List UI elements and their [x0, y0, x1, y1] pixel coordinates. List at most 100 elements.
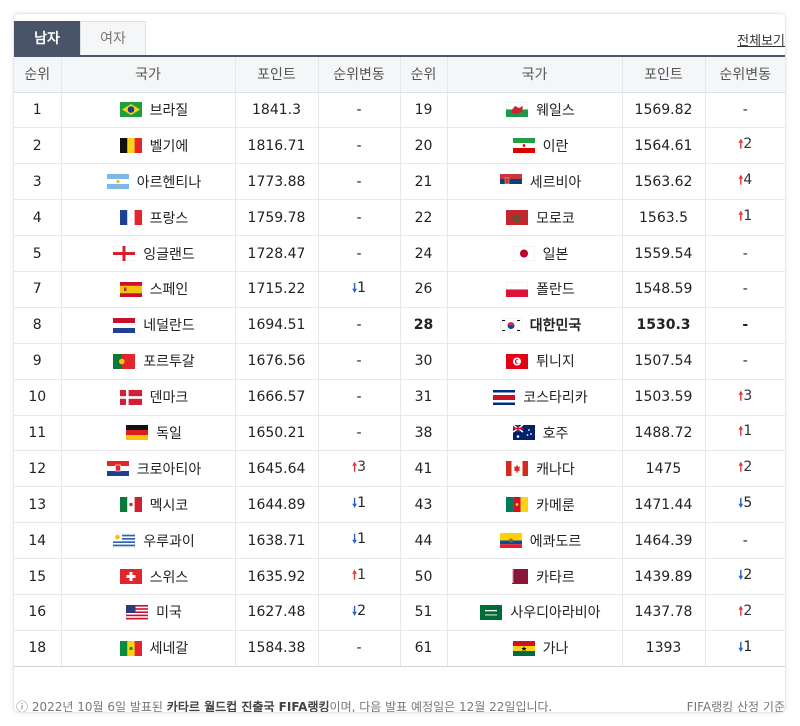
header-change-left: 순위변동 — [318, 57, 401, 93]
tab-women[interactable]: 여자 — [80, 21, 146, 55]
country-cell[interactable]: 브라질 — [61, 92, 236, 129]
rank-number: 19 — [400, 92, 448, 129]
country-cell[interactable]: 독일 — [61, 415, 236, 452]
country-cell[interactable]: 카타르 — [447, 558, 623, 595]
country-cell[interactable]: 호주 — [447, 415, 623, 452]
australia-flag-icon — [512, 425, 535, 441]
spain-flag-icon — [119, 281, 142, 297]
points: 1728.47 — [235, 235, 319, 272]
rank-change: 🠗1 — [705, 630, 785, 667]
ranking-note: ⓘ 2022년 10월 6일 발표된 카타르 월드컵 진출국 FIFA랭킹이며,… — [16, 700, 553, 712]
tab-men[interactable]: 남자 — [14, 21, 80, 55]
rank-change: - — [705, 343, 785, 380]
country-name: 호주 — [542, 425, 569, 442]
rank-change: 🠕1 — [705, 415, 785, 452]
points: 1475 — [622, 450, 706, 488]
country-name: 튀니지 — [536, 354, 575, 371]
rank-number: 50 — [400, 558, 448, 595]
country-cell[interactable]: 모로코 — [447, 199, 623, 237]
qatar-flag-icon — [506, 569, 529, 585]
country-cell[interactable]: 덴마크 — [61, 379, 236, 416]
country-name: 가나 — [542, 641, 569, 658]
country-cell[interactable]: 코스타리카 — [447, 379, 623, 416]
country-cell[interactable]: 세르비아 — [447, 163, 623, 201]
header-change-right: 순위변동 — [705, 57, 785, 93]
rank-change: 🠕2 — [705, 450, 785, 488]
country-cell[interactable]: 우루과이 — [61, 522, 236, 560]
rank-number: 28 — [400, 307, 448, 344]
points: 1530.3 — [622, 307, 706, 344]
country-cell[interactable]: 아르헨티나 — [61, 163, 236, 201]
rank-number: 24 — [400, 235, 448, 272]
country-cell[interactable]: 멕시코 — [61, 486, 236, 524]
country-cell[interactable]: 벨기에 — [61, 127, 236, 165]
country-cell[interactable]: 이란 — [447, 127, 623, 165]
country-cell[interactable]: 스위스 — [61, 558, 236, 595]
table-row: 4 프랑스 1759.78-22 모로코 1563.5 🠕1 — [14, 199, 785, 237]
table-row: 13 멕시코 1644.89 🠗1 43 카메룬 1471.44 🠗5 — [14, 486, 785, 524]
country-cell[interactable]: 캐나다 — [447, 450, 623, 488]
rank-change: 🠗2 — [318, 594, 401, 631]
cameroon-flag-icon — [506, 497, 529, 513]
country-name: 세네갈 — [149, 641, 189, 658]
country-name: 카메룬 — [536, 497, 575, 514]
country-cell[interactable]: 에콰도르 — [447, 522, 623, 560]
view-all-link[interactable]: 전체보기 — [737, 30, 785, 49]
country-cell[interactable]: 일본 — [447, 235, 623, 272]
country-cell[interactable]: 폴란드 — [447, 271, 623, 308]
table-row: 15 스위스 1635.92 🠕1 50 카타르 1439.89 🠗2 — [14, 558, 785, 595]
rank-number: 22 — [400, 199, 448, 237]
ranking-criteria-link[interactable]: FIFA랭킹 산정 기준 — [687, 698, 785, 712]
country-cell[interactable]: 사우디아라비아 — [447, 594, 623, 631]
country-cell[interactable]: 카메룬 — [447, 486, 623, 524]
rank-number: 10 — [14, 379, 62, 416]
rank-change: 🠗2 — [705, 558, 785, 595]
country-name: 네덜란드 — [143, 318, 195, 335]
rank-number: 44 — [400, 522, 448, 560]
germany-flag-icon — [126, 425, 149, 441]
wales-flag-icon — [506, 102, 529, 118]
country-cell[interactable]: 가나 — [447, 630, 623, 667]
serbia-flag-icon — [499, 174, 522, 190]
rank-change: - — [318, 235, 401, 272]
points: 1564.61 — [622, 127, 706, 165]
korea-flag-icon — [499, 317, 522, 333]
points: 1563.5 — [622, 199, 706, 237]
points: 1841.3 — [235, 92, 319, 129]
country-cell[interactable]: 미국 — [61, 594, 236, 631]
rank-change: - — [705, 307, 785, 344]
rank-change: 🠗1 — [318, 486, 401, 524]
rank-change: - — [318, 415, 401, 452]
country-name: 프랑스 — [149, 210, 189, 227]
country-name: 우루과이 — [143, 533, 195, 550]
country-cell[interactable]: 대한민국 — [447, 307, 623, 344]
country-cell[interactable]: 잉글랜드 — [61, 235, 236, 272]
points: 1666.57 — [235, 379, 319, 416]
points: 1816.71 — [235, 127, 319, 165]
country-cell[interactable]: 포르투갈 — [61, 343, 236, 380]
points: 1559.54 — [622, 235, 706, 272]
country-cell[interactable]: 네덜란드 — [61, 307, 236, 344]
country-cell[interactable]: 튀니지 — [447, 343, 623, 380]
rank-number: 14 — [14, 522, 62, 560]
belgium-flag-icon — [119, 138, 142, 154]
points: 1464.39 — [622, 522, 706, 560]
rank-change: 🠕3 — [705, 379, 785, 416]
header-rank-right: 순위 — [400, 57, 448, 93]
rank-change: - — [318, 199, 401, 237]
gender-tabs: 남자 여자 — [14, 21, 146, 55]
senegal-flag-icon — [119, 640, 142, 656]
country-cell[interactable]: 세네갈 — [61, 630, 236, 667]
country-cell[interactable]: 웨일스 — [447, 92, 623, 129]
table-header-row: 순위 국가 포인트 순위변동 순위 국가 포인트 순위변동 — [14, 57, 785, 93]
country-name: 잉글랜드 — [143, 246, 195, 263]
country-cell[interactable]: 크로아티아 — [61, 450, 236, 488]
country-cell[interactable]: 스페인 — [61, 271, 236, 308]
country-name: 대한민국 — [529, 318, 582, 335]
rank-number: 20 — [400, 127, 448, 165]
country-name: 아르헨티나 — [136, 174, 202, 191]
switzerland-flag-icon — [119, 569, 142, 585]
country-cell[interactable]: 프랑스 — [61, 199, 236, 237]
points: 1676.56 — [235, 343, 319, 380]
country-name: 포르투갈 — [143, 354, 195, 371]
